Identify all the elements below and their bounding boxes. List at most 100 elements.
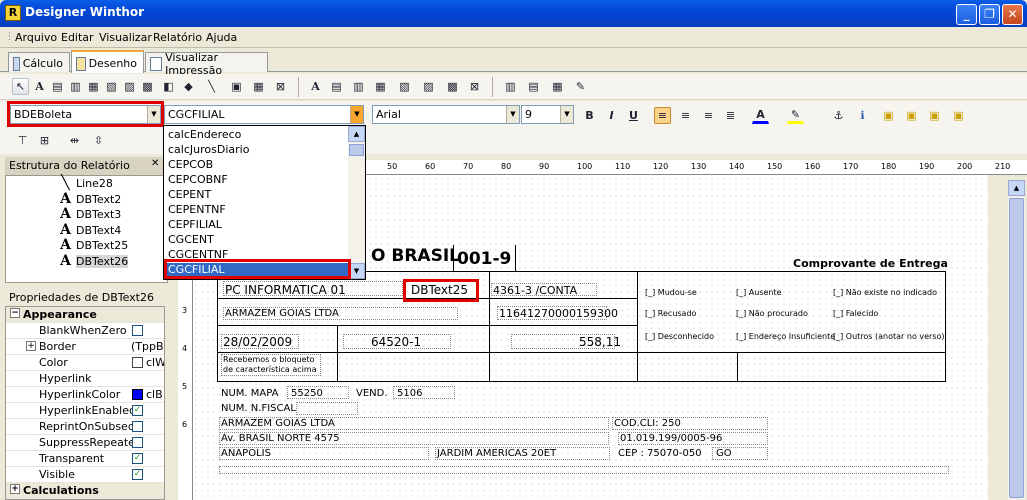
- chart-tool-icon[interactable]: ◧: [160, 78, 177, 95]
- tree-item[interactable]: A DBText3: [58, 207, 121, 222]
- variable-tool-icon[interactable]: ▧: [103, 78, 120, 95]
- align-left-icon[interactable]: ≡: [654, 107, 671, 124]
- scroll-up-icon[interactable]: ▲: [1008, 180, 1025, 196]
- checkbox[interactable]: [132, 325, 143, 336]
- check-endereco[interactable]: [_] Endereço Insuficiente: [736, 332, 835, 341]
- font-combo[interactable]: Arial ▼: [372, 105, 520, 124]
- close-button[interactable]: ✕: [1002, 4, 1023, 25]
- tree-item[interactable]: A DBText2: [58, 192, 121, 207]
- scroll-thumb[interactable]: [349, 144, 364, 156]
- tree-item[interactable]: ╲ Line28: [58, 176, 113, 191]
- line-tool-icon[interactable]: ╲: [203, 78, 220, 95]
- dbcheckbox-tool-icon[interactable]: ⊠: [466, 78, 483, 95]
- property-row[interactable]: Transparent ✓: [6, 451, 164, 467]
- checkbox[interactable]: [132, 421, 143, 432]
- paint-tool-icon[interactable]: ✎: [572, 78, 589, 95]
- tab-calculo[interactable]: Cálculo: [8, 52, 70, 72]
- checkbox-checked[interactable]: ✓: [132, 405, 143, 416]
- tab-visualizar-impressao[interactable]: Visualizar Impressão: [145, 51, 268, 77]
- property-group-appearance[interactable]: − Appearance: [6, 307, 164, 323]
- checkbox[interactable]: [132, 437, 143, 448]
- dbtext-tool-icon[interactable]: A: [307, 78, 324, 95]
- num-mapa-label[interactable]: NUM. MAPA: [221, 388, 279, 399]
- property-row[interactable]: SuppressRepeatec: [6, 435, 164, 451]
- image-tool-icon[interactable]: ▨: [121, 78, 138, 95]
- dropdown-item[interactable]: CEPENTNF: [168, 203, 226, 218]
- check-recusado[interactable]: [_] Recusado: [645, 309, 696, 318]
- barcode-tool-icon[interactable]: ◆: [180, 78, 197, 95]
- scroll-thumb[interactable]: [1009, 198, 1024, 498]
- anchor-icon[interactable]: ⚓: [830, 107, 847, 124]
- check-falecido[interactable]: [_] Falecido: [833, 309, 878, 318]
- dbrichtext-tool-icon[interactable]: ▥: [350, 78, 367, 95]
- field-combo[interactable]: CGCFILIAL ▼: [164, 105, 364, 124]
- crosstab-tool-icon[interactable]: ⊠: [272, 78, 289, 95]
- menu-relatorio[interactable]: Relatório: [153, 31, 202, 44]
- menu-ajuda[interactable]: Ajuda: [206, 31, 237, 44]
- property-row[interactable]: HyperlinkEnabled ✓: [6, 403, 164, 419]
- send-back-icon[interactable]: ▣: [903, 107, 920, 124]
- check-ausente[interactable]: [_] Ausente: [736, 288, 782, 297]
- align-middle-icon[interactable]: ⊞: [36, 132, 53, 149]
- expand-icon[interactable]: +: [10, 484, 20, 494]
- bold-button[interactable]: B: [581, 107, 598, 124]
- cep-field[interactable]: CEP : 75070-050: [618, 448, 702, 459]
- restore-button[interactable]: ❐: [979, 4, 1000, 25]
- dbchart-tool-icon[interactable]: ▩: [444, 78, 461, 95]
- property-row[interactable]: Color clW: [6, 355, 164, 371]
- page-tool-icon[interactable]: ▤: [525, 78, 542, 95]
- minimize-button[interactable]: _: [956, 4, 977, 25]
- italic-button[interactable]: I: [603, 107, 620, 124]
- tree-item[interactable]: A DBText25: [58, 238, 128, 253]
- space-horizontal-icon[interactable]: ⇹: [66, 132, 83, 149]
- align-top-icon[interactable]: ⊤: [14, 132, 31, 149]
- underline-button[interactable]: U: [625, 107, 642, 124]
- region-tool-icon[interactable]: ▣: [228, 78, 245, 95]
- vertical-scrollbar[interactable]: ▲: [1008, 180, 1025, 500]
- property-row[interactable]: + Border (TppB: [6, 339, 164, 355]
- chevron-down-icon[interactable]: ▼: [350, 106, 363, 123]
- shape-tool-icon[interactable]: ▩: [139, 78, 156, 95]
- menu-visualizar[interactable]: Visualizar: [99, 31, 152, 44]
- info-icon[interactable]: ℹ: [854, 107, 871, 124]
- property-row[interactable]: ReprintOnSubsequ: [6, 419, 164, 435]
- chevron-down-icon[interactable]: ▼: [506, 106, 519, 123]
- check-mudou[interactable]: [_] Mudou-se: [645, 288, 697, 297]
- tree-item-selected[interactable]: A DBText26: [58, 254, 129, 269]
- check-nao-procurado[interactable]: [_] Não procurado: [736, 309, 808, 318]
- checkbox-checked[interactable]: ✓: [132, 453, 143, 464]
- property-group-calculations[interactable]: + Calculations: [6, 483, 164, 499]
- scroll-up-icon[interactable]: ▲: [348, 126, 365, 142]
- close-icon[interactable]: ✕: [151, 158, 159, 169]
- property-row[interactable]: Visible ✓: [6, 467, 164, 483]
- report-tool-icon[interactable]: ▥: [502, 78, 519, 95]
- checkbox-checked[interactable]: ✓: [132, 469, 143, 480]
- subreport-tool-icon[interactable]: ▦: [250, 78, 267, 95]
- property-row[interactable]: HyperlinkColor clB: [6, 387, 164, 403]
- dropdown-item[interactable]: CGCENT: [168, 233, 214, 248]
- space-vertical-icon[interactable]: ⇳: [90, 132, 107, 149]
- memo-tool-icon[interactable]: ▤: [49, 78, 66, 95]
- tab-desenho[interactable]: Desenho: [71, 50, 144, 73]
- chevron-down-icon[interactable]: ▼: [560, 106, 573, 123]
- align-justify-icon[interactable]: ≣: [722, 107, 739, 124]
- dropdown-item[interactable]: calcJurosDiario: [168, 143, 249, 158]
- expand-icon[interactable]: +: [26, 341, 36, 351]
- tree-item[interactable]: A DBText4: [58, 223, 121, 238]
- property-row[interactable]: Hyperlink: [6, 371, 164, 387]
- richtext-tool-icon[interactable]: ▥: [67, 78, 84, 95]
- bring-front-icon[interactable]: ▣: [880, 107, 897, 124]
- group-icon[interactable]: ▣: [926, 107, 943, 124]
- systemvar-tool-icon[interactable]: ▦: [85, 78, 102, 95]
- dbcalc-tool-icon[interactable]: ▦: [372, 78, 389, 95]
- select-pointer-icon[interactable]: ↖: [12, 78, 29, 95]
- align-right-icon[interactable]: ≡: [700, 107, 717, 124]
- check-nao-existe[interactable]: [_] Não existe no indicado: [833, 288, 937, 297]
- dropdown-item[interactable]: CEPCOBNF: [168, 173, 228, 188]
- dropdown-item[interactable]: CEPCOB: [168, 158, 213, 173]
- bank-title[interactable]: O BRASIL: [371, 246, 460, 266]
- preview-tool-icon[interactable]: ▦: [549, 78, 566, 95]
- dbbarcode-tool-icon[interactable]: ▨: [420, 78, 437, 95]
- font-color-icon[interactable]: A: [752, 107, 769, 124]
- menu-editar[interactable]: Editar: [61, 31, 94, 44]
